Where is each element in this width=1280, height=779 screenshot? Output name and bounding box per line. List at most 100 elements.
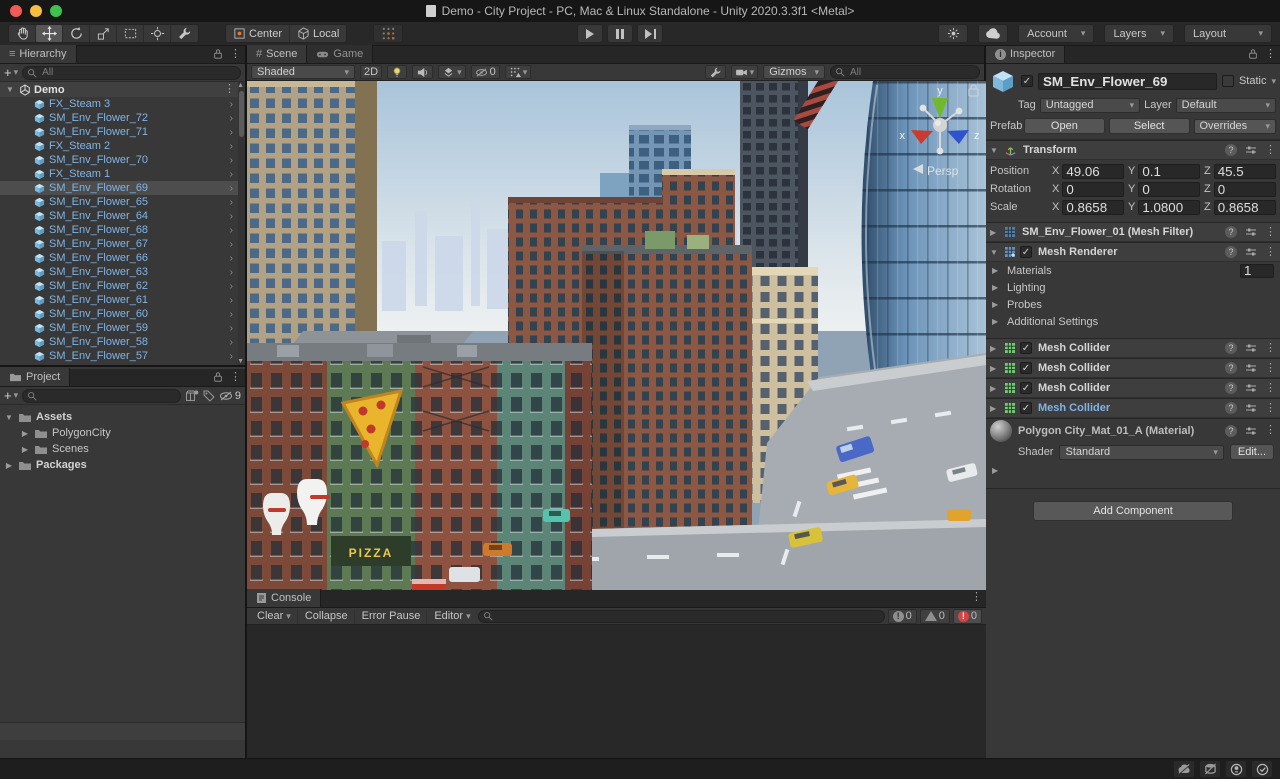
hierarchy-item[interactable]: SM_Env_Flower_66 › (0, 251, 245, 265)
kebab-menu-icon[interactable]: ⋮ (1265, 226, 1276, 238)
presets-icon[interactable] (1245, 383, 1257, 393)
scene-kebab-icon[interactable]: ⋮ (224, 84, 235, 95)
presets-icon[interactable] (1245, 227, 1257, 237)
draw-mode-dropdown[interactable]: Shaded ▾ (251, 65, 355, 79)
help-icon[interactable]: ? (1225, 226, 1237, 238)
tag-dropdown[interactable]: Untagged ▾ (1039, 97, 1141, 113)
cloud-services-button[interactable] (978, 24, 1009, 43)
foldout-closed-icon[interactable]: ▶ (990, 228, 1000, 237)
console-editor-dropdown[interactable]: Editor ▾ (428, 609, 476, 624)
axis-value-field[interactable] (1062, 199, 1124, 215)
tab-game[interactable]: Game (307, 45, 374, 63)
help-icon[interactable]: ? (1225, 402, 1237, 414)
project-item-scenes[interactable]: ▶ Scenes (0, 441, 245, 457)
static-dropdown-icon[interactable]: ▾ (1271, 76, 1276, 87)
mesh-collider-component-header[interactable]: ▶ ✓ Mesh Collider? ⋮ (986, 378, 1280, 398)
lock-icon[interactable] (213, 48, 223, 60)
axis-label[interactable]: Y (1128, 201, 1135, 213)
console-log-area[interactable] (247, 625, 986, 758)
hierarchy-search-input[interactable] (40, 66, 236, 79)
hierarchy-item[interactable]: SM_Env_Flower_69 › (0, 181, 245, 195)
help-icon[interactable]: ? (1225, 424, 1237, 437)
prefab-select-button[interactable]: Select (1108, 118, 1190, 134)
layer-dropdown[interactable]: Default ▾ (1175, 97, 1276, 113)
handle-rotation-button[interactable]: Local (290, 25, 346, 42)
help-icon[interactable]: ? (1225, 362, 1237, 374)
tab-project[interactable]: Project (0, 368, 71, 386)
add-component-button[interactable]: Add Component (1033, 501, 1233, 521)
foldout-open-icon[interactable]: ▼ (6, 85, 16, 94)
presets-icon[interactable] (1245, 247, 1257, 257)
console-error-pause-button[interactable]: Error Pause (356, 608, 428, 624)
prefab-chevron-icon[interactable]: › (230, 113, 233, 124)
effects-dropdown[interactable]: ▾ (438, 65, 466, 79)
mesh-filter-component-header[interactable]: ▶ SM_Env_Flower_01 (Mesh Filter) ? ⋮ (986, 222, 1280, 242)
grid-visibility-dropdown[interactable]: ▾ (504, 65, 532, 79)
materials-foldout[interactable]: ▶ Materials (986, 262, 1280, 279)
kebab-menu-icon[interactable]: ⋮ (1265, 48, 1276, 60)
hierarchy-item[interactable]: SM_Env_Flower_67 › (0, 237, 245, 251)
kebab-menu-icon[interactable]: ⋮ (1265, 246, 1276, 258)
layers-dropdown[interactable]: Layers ▾ (1104, 24, 1174, 43)
shader-dropdown[interactable]: Standard ▾ (1059, 444, 1224, 460)
renderer-foldout[interactable]: ▶ Lighting (986, 279, 1280, 296)
gameobject-name-input[interactable] (1038, 72, 1217, 90)
scene-camera-dropdown[interactable]: ▾ (730, 65, 759, 79)
console-error-toggle[interactable]: ! 0 (952, 608, 982, 624)
console-collapse-button[interactable]: Collapse (299, 608, 355, 624)
hierarchy-item[interactable]: SM_Env_Flower_68 › (0, 223, 245, 237)
renderer-foldout[interactable]: ▶ Probes (986, 296, 1280, 313)
foldout-closed-icon[interactable]: ▶ (4, 461, 14, 470)
hand-tool-button[interactable] (9, 25, 36, 42)
prefab-chevron-icon[interactable]: › (230, 239, 233, 250)
search-by-label-icon[interactable] (203, 390, 215, 402)
axis-value-field[interactable] (1213, 199, 1276, 215)
2d-toggle-button[interactable]: 2D (360, 65, 383, 79)
tab-console[interactable]: Console (247, 589, 322, 607)
hierarchy-scene-row[interactable]: ▼ Demo ⋮ (0, 82, 245, 97)
kebab-menu-icon[interactable]: ⋮ (230, 48, 241, 60)
foldout-open-icon[interactable]: ▼ (990, 248, 1000, 257)
kebab-menu-icon[interactable]: ⋮ (971, 592, 982, 603)
axis-value-field[interactable] (1213, 163, 1276, 179)
kebab-menu-icon[interactable]: ⋮ (230, 371, 241, 383)
help-icon[interactable]: ? (1225, 144, 1237, 156)
hierarchy-item[interactable]: FX_Steam 3 › (0, 97, 245, 111)
presets-icon[interactable] (1245, 403, 1257, 413)
shader-edit-button[interactable]: Edit... (1229, 444, 1274, 460)
prefab-chevron-icon[interactable]: › (230, 127, 233, 138)
scene-search-input[interactable] (848, 65, 975, 79)
hierarchy-item[interactable]: SM_Env_Flower_59 › (0, 321, 245, 335)
prefab-chevron-icon[interactable]: › (230, 99, 233, 110)
scene-visibility-toggle[interactable]: 0 (470, 65, 500, 79)
collab-offline-icon[interactable] (1174, 761, 1194, 777)
material-preview-sphere[interactable] (990, 419, 1012, 442)
hierarchy-item[interactable]: SM_Env_Flower_62 › (0, 279, 245, 293)
transform-tool-button[interactable] (144, 25, 171, 42)
renderer-foldout[interactable]: ▶ Additional Settings (986, 313, 1280, 330)
lock-icon[interactable] (1248, 48, 1258, 60)
prefab-chevron-icon[interactable]: › (230, 253, 233, 264)
kebab-menu-icon[interactable]: ⋮ (1265, 425, 1276, 436)
scene-lighting-toggle[interactable] (387, 65, 408, 79)
tab-inspector[interactable]: i Inspector (986, 46, 1066, 63)
kebab-menu-icon[interactable]: ⋮ (1265, 362, 1276, 374)
component-enabled-checkbox[interactable]: ✓ (1020, 342, 1032, 354)
presets-icon[interactable] (1245, 343, 1257, 353)
prefab-chevron-icon[interactable]: › (230, 267, 233, 278)
hierarchy-item[interactable]: SM_Env_Flower_71 › (0, 125, 245, 139)
preview-packages-button[interactable] (938, 24, 969, 43)
prefab-chevron-icon[interactable]: › (230, 141, 233, 152)
kebab-menu-icon[interactable]: ⋮ (1265, 144, 1276, 156)
project-search-input[interactable] (40, 389, 177, 402)
axis-value-field[interactable] (1138, 181, 1200, 197)
hierarchy-item[interactable]: SM_Env_Flower_72 › (0, 111, 245, 125)
mesh-collider-component-header[interactable]: ▶ ✓ Mesh Collider? ⋮ (986, 398, 1280, 418)
prefab-chevron-icon[interactable]: › (230, 155, 233, 166)
console-clear-button[interactable]: Clear ▾ (251, 608, 298, 624)
active-checkbox[interactable]: ✓ (1021, 75, 1033, 87)
axis-label[interactable]: Z (1204, 165, 1211, 177)
axis-label[interactable]: X (1052, 201, 1059, 213)
prefab-open-button[interactable]: Open (1024, 118, 1105, 134)
prefab-chevron-icon[interactable]: › (230, 211, 233, 222)
